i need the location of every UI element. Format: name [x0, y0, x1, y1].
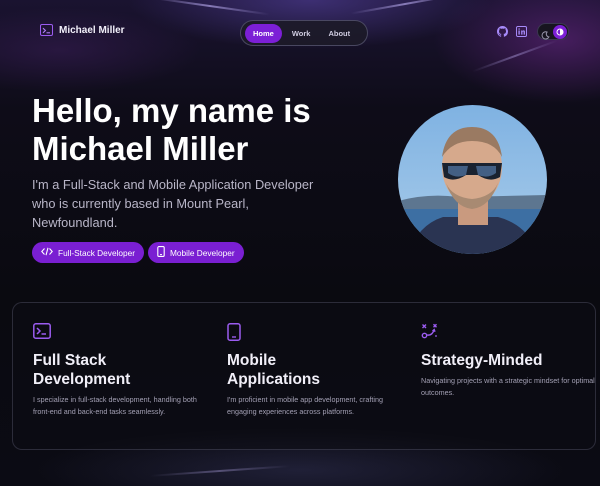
theme-icon [553, 25, 567, 39]
site-header: Michael Miller Home Work About [0, 20, 600, 46]
theme-toggle[interactable] [537, 23, 569, 40]
chip-label: Mobile Developer [170, 247, 235, 258]
moon-icon [541, 27, 550, 45]
linkedin-icon[interactable] [516, 26, 527, 37]
feature-full-stack: Full Stack Development I specialize in f… [33, 323, 208, 418]
feature-description: I'm proficient in mobile app development… [227, 395, 383, 416]
feature-title: Strategy-Minded [421, 352, 543, 369]
hero-title: Hello, my name is Michael Miller [32, 92, 311, 167]
profile-photo [398, 105, 547, 254]
main-nav: Home Work About [240, 20, 368, 46]
nav-about[interactable]: About [320, 24, 358, 43]
brand-link[interactable]: Michael Miller [40, 24, 125, 36]
code-icon [41, 247, 53, 258]
phone-icon [157, 246, 165, 259]
features-card: Full Stack Development I specialize in f… [12, 302, 596, 450]
feature-description: I specialize in full-stack development, … [33, 395, 197, 416]
phone-icon [227, 323, 402, 341]
nav-home[interactable]: Home [245, 23, 282, 43]
github-icon[interactable] [497, 26, 508, 37]
terminal-icon [33, 323, 208, 341]
feature-description: Navigating projects with a strategic min… [421, 376, 595, 397]
chip-full-stack[interactable]: Full-Stack Developer [32, 242, 145, 263]
role-chips: Full-Stack Developer Mobile Developer [32, 242, 244, 263]
chip-mobile[interactable]: Mobile Developer [148, 242, 244, 263]
terminal-icon [40, 24, 53, 36]
feature-mobile: Mobile Applications I'm proficient in mo… [227, 323, 402, 418]
feature-title: Mobile Applications [227, 352, 321, 388]
brand-name: Michael Miller [59, 24, 125, 36]
feature-strategy: Strategy-Minded Navigating projects with… [421, 323, 596, 399]
nav-work[interactable]: Work [284, 24, 319, 43]
chip-label: Full-Stack Developer [58, 247, 136, 258]
hero-subtitle: I'm a Full-Stack and Mobile Application … [32, 177, 314, 230]
strategy-icon [421, 323, 596, 341]
feature-title: Full Stack Development [33, 352, 131, 388]
social-links [497, 26, 527, 37]
